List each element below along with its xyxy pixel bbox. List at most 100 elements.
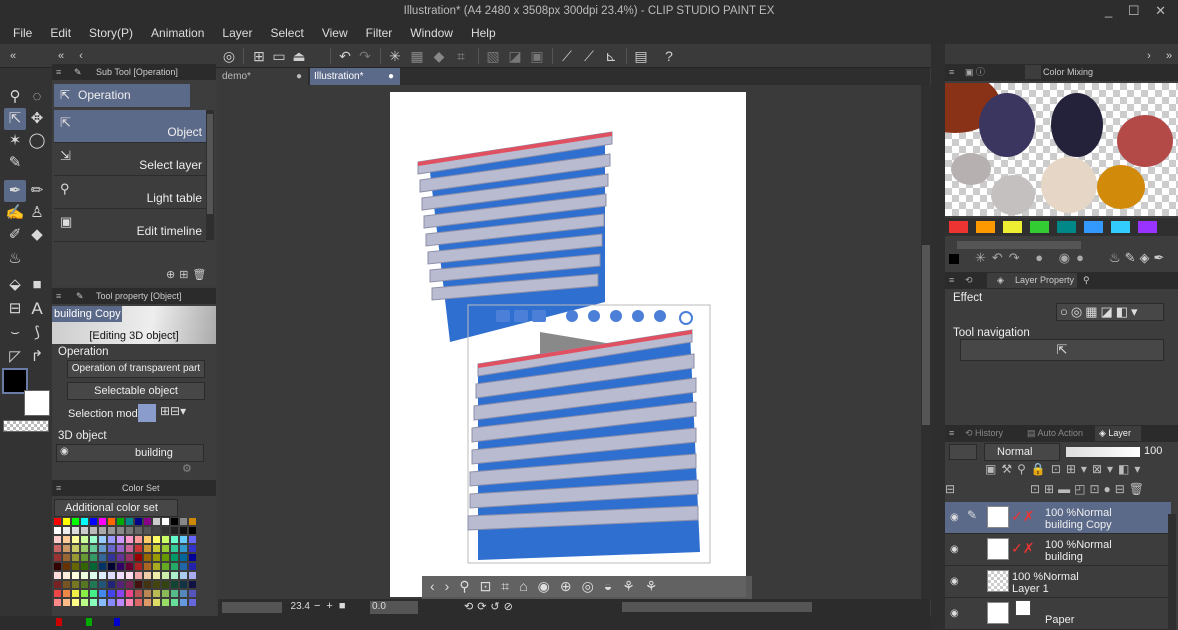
mixing-tools[interactable]: ✳↶↷ ● ◉● ♨✎◈✒ [945, 250, 1178, 270]
balloon-tool-icon[interactable]: ⌣ [4, 322, 26, 344]
color-swatch[interactable] [171, 545, 178, 552]
operation-tool-icon[interactable]: ⇱ [4, 108, 26, 130]
layer-effect-buttons[interactable]: ○◎▦◪◧▾ [1056, 303, 1164, 321]
color-swatch[interactable] [162, 527, 169, 534]
color-swatch[interactable] [126, 581, 133, 588]
color-swatch[interactable] [126, 572, 133, 579]
redo-icon[interactable]: ↷ [356, 47, 374, 65]
color-swatch[interactable] [54, 518, 61, 525]
transform-icon[interactable]: ⌗ [452, 47, 470, 65]
color-swatch[interactable] [144, 572, 151, 579]
fill-tool-icon[interactable]: ⬙ [4, 274, 26, 296]
menu-filter[interactable]: Filter [357, 22, 402, 44]
zoom-controls[interactable]: −+■ [314, 600, 352, 612]
color-swatch[interactable] [108, 545, 115, 552]
color-swatch[interactable] [54, 563, 61, 570]
color-swatch[interactable] [117, 599, 124, 606]
color-swatch[interactable] [144, 581, 151, 588]
color-swatch[interactable] [153, 527, 160, 534]
color-swatch[interactable] [99, 527, 106, 534]
color-swatch[interactable] [180, 563, 187, 570]
color-swatch[interactable] [180, 536, 187, 543]
color-swatch[interactable] [108, 572, 115, 579]
tab-demo[interactable]: demo* ● [218, 68, 308, 85]
color-swatch[interactable] [180, 572, 187, 579]
color-swatch[interactable] [189, 590, 196, 597]
color-swatch[interactable] [162, 536, 169, 543]
eye-icon[interactable]: ◉ [950, 608, 959, 619]
color-swatch[interactable] [189, 527, 196, 534]
color-swatch[interactable] [54, 572, 61, 579]
color-swatch[interactable] [81, 554, 88, 561]
colorset-swatches[interactable] [54, 518, 206, 612]
opacity-value[interactable]: 100 [1144, 445, 1162, 457]
color-swatch[interactable] [72, 590, 79, 597]
color-swatch[interactable] [135, 518, 142, 525]
color-swatch[interactable] [54, 590, 61, 597]
color-swatch[interactable] [126, 590, 133, 597]
selectable-object-dropdown[interactable]: Selectable object [67, 382, 205, 400]
pen-tool-icon[interactable]: ✒ [4, 180, 26, 202]
lasso-tool-icon[interactable]: ◌ [26, 86, 48, 108]
horizontal-scrollbar[interactable] [622, 602, 812, 612]
color-swatch[interactable] [189, 563, 196, 570]
menu-file[interactable]: File [0, 22, 41, 44]
rotate-controls[interactable]: ⟲⟳↺⊘ [464, 600, 517, 613]
canvas-vertical-scrollbar[interactable] [921, 85, 931, 599]
color-swatch[interactable] [135, 599, 142, 606]
color-swatch[interactable] [117, 518, 124, 525]
color-swatch[interactable] [99, 581, 106, 588]
color-swatch[interactable] [54, 599, 61, 606]
color-swatch[interactable] [99, 599, 106, 606]
text-tool-icon[interactable]: A [26, 298, 48, 320]
color-swatch[interactable] [81, 572, 88, 579]
object-launcher[interactable]: ‹›⚲⊡⌗⌂◉⊕◎◒⚘⚘ [422, 576, 752, 599]
line-tool-icon[interactable]: ⟆ [26, 322, 48, 344]
color-swatch[interactable] [189, 545, 196, 552]
color-swatch[interactable] [81, 536, 88, 543]
color-swatch[interactable] [108, 536, 115, 543]
color-swatch[interactable] [54, 536, 61, 543]
color-swatch[interactable] [72, 527, 79, 534]
color-swatch[interactable] [135, 527, 142, 534]
tool-settings-icon[interactable]: ⚙ [182, 462, 192, 475]
color-swatch[interactable] [99, 572, 106, 579]
new-file-icon[interactable]: ⊞ [250, 47, 268, 65]
layer-row-paper[interactable]: ◉ Paper [945, 598, 1171, 630]
color-mixing-canvas[interactable] [910, 73, 1178, 216]
mixing-palette-row[interactable] [945, 218, 1178, 236]
color-swatch[interactable] [81, 599, 88, 606]
color-swatch[interactable] [180, 554, 187, 561]
window-controls[interactable]: _ ☐ ✕ [1105, 0, 1172, 22]
color-swatch[interactable] [99, 590, 106, 597]
color-swatch[interactable] [90, 545, 97, 552]
color-swatch[interactable] [117, 545, 124, 552]
color-swatch[interactable] [171, 554, 178, 561]
menu-view[interactable]: View [313, 22, 357, 44]
color-swatch[interactable] [108, 527, 115, 534]
color-swatch[interactable] [63, 563, 70, 570]
color-swatch[interactable] [90, 554, 97, 561]
help-icon[interactable]: ? [660, 47, 678, 65]
color-swatch[interactable] [117, 572, 124, 579]
layer-lock-icons[interactable]: ▣⚒⚲🔒⊡⊞▾⊠▾◧▾ [985, 462, 1145, 476]
color-swatch[interactable] [153, 518, 160, 525]
color-swatch[interactable] [72, 563, 79, 570]
clear-icon[interactable]: ✳ [386, 47, 404, 65]
color-swatch[interactable] [162, 581, 169, 588]
menu-edit[interactable]: Edit [41, 22, 80, 44]
color-swatch[interactable] [126, 563, 133, 570]
color-swatch[interactable] [135, 545, 142, 552]
menu-select[interactable]: Select [261, 22, 312, 44]
color-swatch[interactable] [126, 545, 133, 552]
deselect-icon[interactable]: ▧ [484, 47, 502, 65]
eye-icon[interactable]: ◉ [950, 576, 959, 587]
layer-scrollbar[interactable] [1168, 514, 1176, 630]
colorset-dropdown[interactable]: Additional color set [54, 499, 178, 517]
color-swatch[interactable] [63, 599, 70, 606]
eye-icon[interactable]: ◉ [950, 544, 959, 555]
subtool-actions[interactable]: ⊕⊞🗑 [166, 268, 210, 281]
snap-grid-icon[interactable]: ⊾ [602, 47, 620, 65]
color-swatch[interactable] [189, 572, 196, 579]
color-swatch[interactable] [63, 518, 70, 525]
